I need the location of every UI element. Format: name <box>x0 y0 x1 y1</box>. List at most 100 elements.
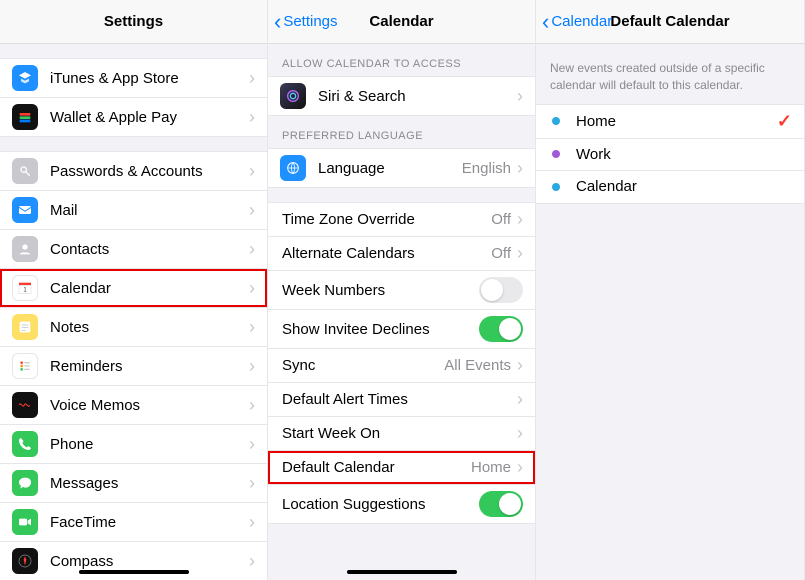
calendar-color-dot <box>552 183 560 191</box>
settings-row[interactable]: Passwords & Accounts› <box>0 152 267 191</box>
chevron-right-icon: › <box>249 551 255 572</box>
row-label: Alternate Calendars <box>282 245 491 262</box>
contacts-icon <box>12 236 38 262</box>
toggle-switch[interactable] <box>479 316 523 342</box>
settings-row[interactable]: Wallet & Apple Pay› <box>0 98 267 136</box>
navbar: ‹ Settings Calendar <box>268 0 535 44</box>
chevron-right-icon: › <box>517 355 523 376</box>
settings-row[interactable]: Mail› <box>0 191 267 230</box>
back-button[interactable]: ‹ Settings <box>274 11 338 33</box>
row-label: Location Suggestions <box>282 496 479 513</box>
siri-search-row[interactable]: Siri & Search › <box>268 77 535 115</box>
reminders-icon <box>12 353 38 379</box>
row-value: Home <box>471 459 511 476</box>
back-label: Settings <box>283 13 337 30</box>
row-label: Mail <box>50 202 249 219</box>
calendar-setting-row[interactable]: SyncAll Events› <box>268 349 535 383</box>
chevron-right-icon: › <box>249 395 255 416</box>
calendar-option-row[interactable]: Work <box>536 139 804 171</box>
chevron-right-icon: › <box>249 107 255 128</box>
option-label: Calendar <box>576 178 792 195</box>
chevron-right-icon: › <box>249 317 255 338</box>
calendar-setting-row[interactable]: Time Zone OverrideOff› <box>268 203 535 237</box>
notes-icon <box>12 314 38 340</box>
default-calendar-list[interactable]: New events created outside of a specific… <box>536 44 804 580</box>
chevron-left-icon: ‹ <box>274 11 281 33</box>
calendar-setting-row[interactable]: Week Numbers <box>268 271 535 310</box>
language-row[interactable]: Language English › <box>268 149 535 187</box>
settings-row[interactable]: Messages› <box>0 464 267 503</box>
row-label: Passwords & Accounts <box>50 163 249 180</box>
row-value: Off <box>491 211 511 228</box>
settings-row[interactable]: Compass› <box>0 542 267 580</box>
settings-row[interactable]: 1 Calendar› <box>0 269 267 308</box>
toggle-switch[interactable] <box>479 491 523 517</box>
calendar-setting-row[interactable]: Location Suggestions <box>268 485 535 523</box>
chevron-right-icon: › <box>249 473 255 494</box>
calendar-setting-row[interactable]: Default Alert Times› <box>268 383 535 417</box>
chevron-right-icon: › <box>517 209 523 230</box>
navbar: Settings <box>0 0 267 44</box>
settings-row[interactable]: Reminders› <box>0 347 267 386</box>
globe-icon <box>280 155 306 181</box>
default-calendar-screen: ‹ Calendar Default Calendar New events c… <box>536 0 805 580</box>
calendar-option-row[interactable]: Calendar <box>536 171 804 203</box>
row-label: Default Calendar <box>282 459 471 476</box>
settings-row[interactable]: Notes› <box>0 308 267 347</box>
row-label: Start Week On <box>282 425 517 442</box>
calendar-option-row[interactable]: Home✓ <box>536 105 804 139</box>
compass-icon <box>12 548 38 574</box>
row-label: Wallet & Apple Pay <box>50 109 249 126</box>
toggle-switch[interactable] <box>479 277 523 303</box>
row-label: Messages <box>50 475 249 492</box>
settings-row[interactable]: FaceTime› <box>0 503 267 542</box>
chevron-right-icon: › <box>249 200 255 221</box>
calendar-setting-row[interactable]: Default CalendarHome› <box>268 451 535 485</box>
calendar-color-dot <box>552 117 560 125</box>
calendar-color-dot <box>552 150 560 158</box>
chevron-right-icon: › <box>517 158 523 179</box>
home-indicator[interactable] <box>347 570 457 574</box>
row-label: Calendar <box>50 280 249 297</box>
page-title: Settings <box>104 13 163 30</box>
row-label: Contacts <box>50 241 249 258</box>
row-label: FaceTime <box>50 514 249 531</box>
settings-row[interactable]: iTunes & App Store› <box>0 59 267 98</box>
settings-row[interactable]: Contacts› <box>0 230 267 269</box>
row-label: Sync <box>282 357 444 374</box>
chevron-right-icon: › <box>249 356 255 377</box>
chevron-right-icon: › <box>249 239 255 260</box>
wallet-apple-pay-icon <box>12 104 38 130</box>
option-label: Work <box>576 146 792 163</box>
settings-row[interactable]: Phone› <box>0 425 267 464</box>
page-title: Calendar <box>369 13 433 30</box>
calendar-setting-row[interactable]: Alternate CalendarsOff› <box>268 237 535 271</box>
chevron-right-icon: › <box>249 278 255 299</box>
page-title: Default Calendar <box>610 13 729 30</box>
chevron-right-icon: › <box>249 434 255 455</box>
row-value: Off <box>491 245 511 262</box>
back-button[interactable]: ‹ Calendar <box>542 11 612 33</box>
row-label: Language <box>318 160 462 177</box>
row-label: iTunes & App Store <box>50 70 249 87</box>
chevron-left-icon: ‹ <box>542 11 549 33</box>
voice-memos-icon <box>12 392 38 418</box>
facetime-icon <box>12 509 38 535</box>
chevron-right-icon: › <box>517 423 523 444</box>
calendar-setting-row[interactable]: Show Invitee Declines <box>268 310 535 349</box>
calendar-list[interactable]: ALLOW CALENDAR TO ACCESS Siri & Search ›… <box>268 44 535 580</box>
home-indicator[interactable] <box>79 570 189 574</box>
section-preferred-language: PREFERRED LANGUAGE <box>268 116 535 148</box>
calendar-settings-screen: ‹ Settings Calendar ALLOW CALENDAR TO AC… <box>268 0 536 580</box>
row-label: Reminders <box>50 358 249 375</box>
settings-row[interactable]: Voice Memos› <box>0 386 267 425</box>
calendar-icon: 1 <box>12 275 38 301</box>
row-label: Default Alert Times <box>282 391 517 408</box>
calendar-setting-row[interactable]: Start Week On› <box>268 417 535 451</box>
section-allow-access: ALLOW CALENDAR TO ACCESS <box>268 44 535 76</box>
settings-screen: Settings iTunes & App Store›Wallet & App… <box>0 0 268 580</box>
phone-icon <box>12 431 38 457</box>
screen-description: New events created outside of a specific… <box>536 44 804 104</box>
back-label: Calendar <box>551 13 612 30</box>
settings-list[interactable]: iTunes & App Store›Wallet & Apple Pay› P… <box>0 44 267 580</box>
